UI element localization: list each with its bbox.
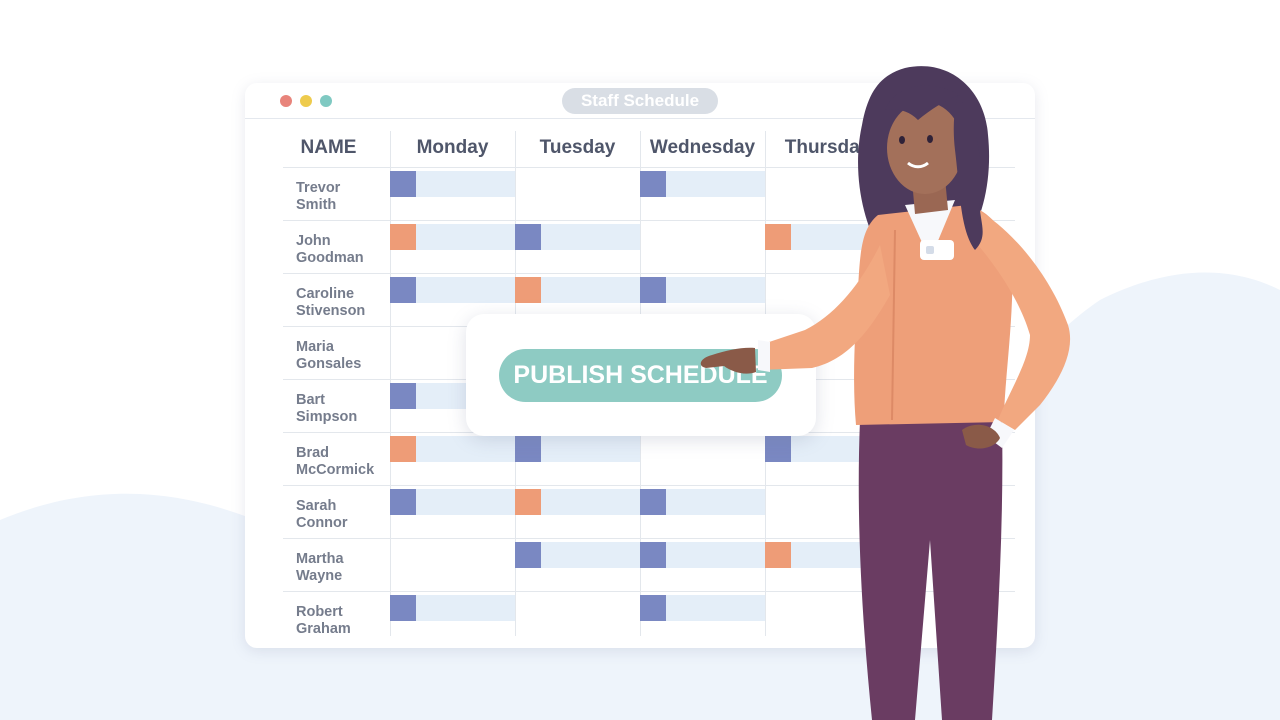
employee-first-name: Trevor — [296, 180, 341, 196]
employee-last-name: Smith — [296, 197, 337, 213]
shift-cell[interactable] — [515, 436, 640, 462]
employee-name: John Goodman — [296, 233, 396, 273]
person-illustration — [700, 66, 1071, 720]
employee-last-name: Simpson — [296, 409, 358, 425]
employee-first-name: Sarah — [296, 498, 337, 514]
employee-name: Maria Gonsales — [296, 339, 396, 379]
employee-last-name: McCormick — [296, 462, 375, 478]
employee-first-name: Brad — [296, 445, 330, 461]
employee-name: Bart Simpson — [296, 392, 396, 432]
employee-last-name: Graham — [296, 621, 351, 637]
shift-cell[interactable] — [390, 436, 515, 462]
shift-cell[interactable] — [515, 489, 640, 515]
shift-cell[interactable] — [390, 595, 515, 621]
shift-cell[interactable] — [390, 224, 515, 250]
shift-marker — [640, 277, 666, 303]
employee-name: Robert Graham — [296, 604, 396, 644]
shift-cell[interactable] — [515, 542, 640, 568]
employee-name: Brad McCormick — [296, 445, 396, 485]
shift-marker — [390, 277, 416, 303]
employee-last-name: Wayne — [296, 568, 343, 584]
employee-first-name: Bart — [296, 392, 326, 408]
name-column-header: NAME — [300, 137, 357, 158]
shift-marker — [640, 489, 666, 515]
shift-marker — [390, 489, 416, 515]
shift-cell[interactable] — [390, 171, 515, 197]
shift-cell[interactable] — [515, 224, 640, 250]
shift-marker — [390, 595, 416, 621]
employee-first-name: Robert — [296, 604, 343, 620]
shift-marker — [515, 436, 541, 462]
shift-cell[interactable] — [390, 277, 515, 303]
employee-last-name: Stivenson — [296, 303, 366, 319]
shift-marker — [390, 436, 416, 462]
shift-marker — [515, 277, 541, 303]
employee-first-name: Maria — [296, 339, 334, 355]
shift-marker — [640, 171, 666, 197]
shift-marker — [515, 489, 541, 515]
shift-marker — [390, 383, 416, 409]
shift-marker — [640, 595, 666, 621]
employee-last-name: Connor — [296, 515, 348, 531]
employee-first-name: Caroline — [296, 286, 355, 302]
employee-first-name: John — [296, 233, 331, 249]
shift-cell[interactable] — [390, 489, 515, 515]
shift-cell[interactable] — [515, 277, 640, 303]
shift-marker — [640, 542, 666, 568]
employee-first-name: Martha — [296, 551, 344, 567]
employee-name: Trevor Smith — [296, 180, 396, 220]
day-header-tuesday: Tuesday — [539, 137, 616, 158]
employee-name: Caroline Stivenson — [296, 286, 396, 326]
employee-last-name: Goodman — [296, 250, 364, 266]
employee-name: Sarah Connor — [296, 498, 396, 538]
day-header-monday: Monday — [416, 137, 489, 158]
shift-marker — [390, 171, 416, 197]
employee-last-name: Gonsales — [296, 356, 362, 372]
shift-marker — [515, 224, 541, 250]
employee-name: Martha Wayne — [296, 551, 396, 591]
shift-marker — [515, 542, 541, 568]
shift-marker — [390, 224, 416, 250]
